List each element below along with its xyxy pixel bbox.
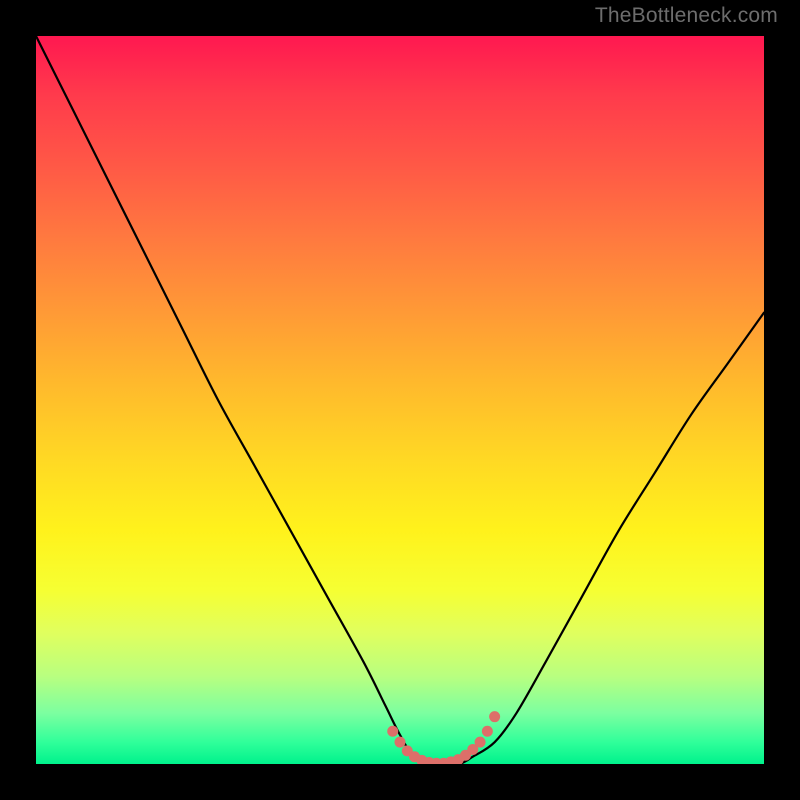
marker-dot <box>475 737 486 748</box>
marker-dot <box>395 737 406 748</box>
marker-dot <box>482 726 493 737</box>
marker-dot <box>387 726 398 737</box>
flat-region-markers <box>387 711 500 764</box>
marker-dot <box>489 711 500 722</box>
plot-area <box>36 36 764 764</box>
curve-svg <box>36 36 764 764</box>
chart-frame: TheBottleneck.com <box>0 0 800 800</box>
bottleneck-curve <box>36 36 764 764</box>
watermark-text: TheBottleneck.com <box>595 4 778 28</box>
